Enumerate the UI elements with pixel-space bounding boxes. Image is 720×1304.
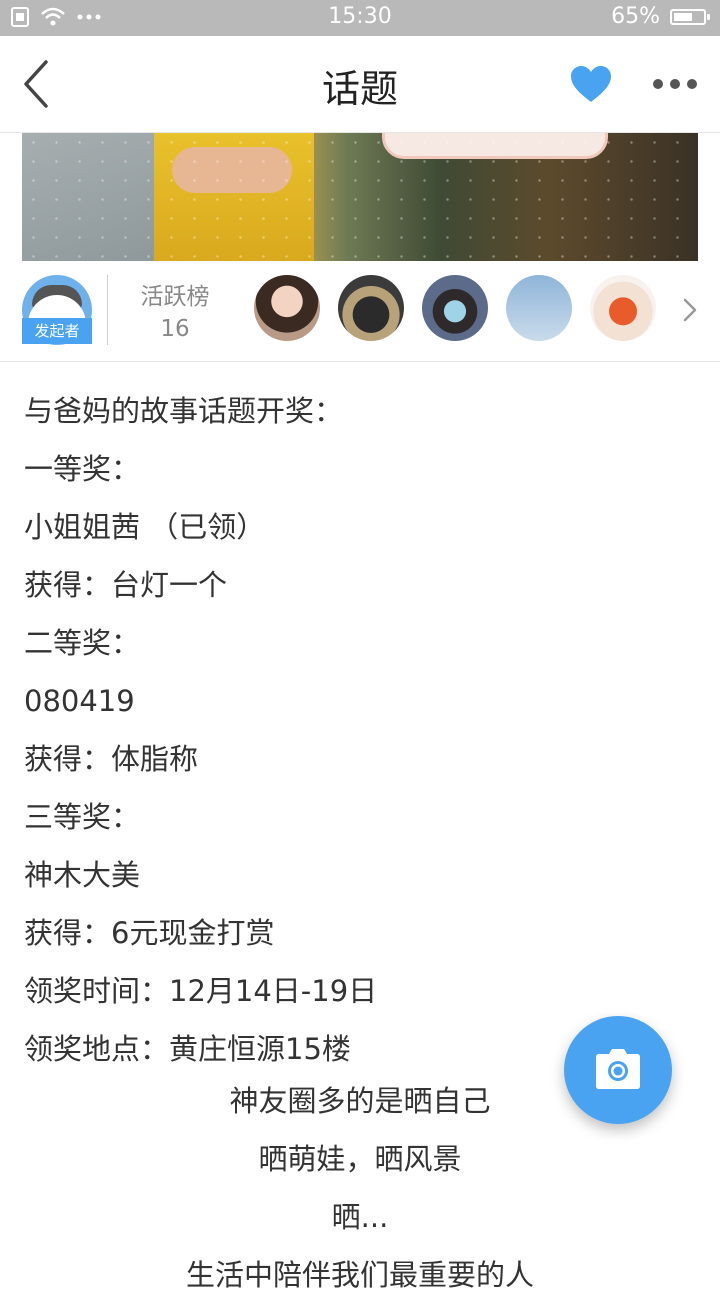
content-line: 神木大美 xyxy=(24,858,141,892)
content-line: 获得：6元现金打赏 xyxy=(24,916,275,950)
content-line: 小姐姐茜 （已领） xyxy=(24,510,266,544)
participant-avatar[interactable] xyxy=(590,275,656,341)
more-options-button[interactable] xyxy=(646,64,704,104)
chevron-right-icon xyxy=(683,298,697,322)
participant-avatar[interactable] xyxy=(254,275,320,341)
participant-avatar[interactable] xyxy=(338,275,404,341)
ellipsis-icon xyxy=(687,79,697,89)
participants-divider xyxy=(107,275,108,345)
post-content: 与爸妈的故事话题开奖： 一等奖： 小姐姐茜 （已领） 获得：台灯一个 二等奖： … xyxy=(24,382,696,1078)
favorite-button[interactable] xyxy=(568,62,614,108)
content-line: 与爸妈的故事话题开奖： xyxy=(24,394,344,428)
active-ranking[interactable]: 活跃榜 16 xyxy=(120,281,230,345)
participants-row: 发起者 活跃榜 16 xyxy=(0,261,720,362)
camera-icon xyxy=(596,1049,640,1089)
content-centered-line: 晒... xyxy=(331,1200,389,1234)
banner-sparkles xyxy=(22,133,698,261)
participants-more-button[interactable] xyxy=(678,295,702,325)
content-line: 一等奖： xyxy=(24,452,141,486)
content-line: 三等奖： xyxy=(24,800,141,834)
topic-banner-image[interactable] xyxy=(22,133,698,261)
heart-icon xyxy=(571,66,611,102)
content-centered-line: 生活中陪伴我们最重要的人 xyxy=(185,1258,534,1292)
status-bar: 15:30 65% xyxy=(0,0,720,36)
participant-avatar[interactable] xyxy=(422,275,488,341)
battery-icon xyxy=(670,8,710,25)
top-nav-bar: 话题 xyxy=(0,36,720,133)
content-line: 获得：体脂称 xyxy=(24,742,199,776)
initiator-badge: 发起者 xyxy=(22,318,92,344)
content-line: 080419 xyxy=(24,684,135,718)
content-line: 二等奖： xyxy=(24,626,141,660)
active-ranking-label: 活跃榜 xyxy=(140,284,210,310)
content-centered-line: 晒萌娃，晒风景 xyxy=(258,1142,462,1176)
battery-percent: 65% xyxy=(611,4,660,29)
camera-button[interactable] xyxy=(564,1016,672,1124)
status-icons-right: 65% xyxy=(611,4,710,29)
battery-fill xyxy=(674,12,693,21)
participant-avatar[interactable] xyxy=(506,275,572,341)
active-ranking-count: 16 xyxy=(160,316,190,342)
content-line: 领奖时间：12月14日-19日 xyxy=(24,974,378,1008)
content-line: 获得：台灯一个 xyxy=(24,568,228,602)
ellipsis-icon xyxy=(670,79,680,89)
ellipsis-icon xyxy=(653,79,663,89)
